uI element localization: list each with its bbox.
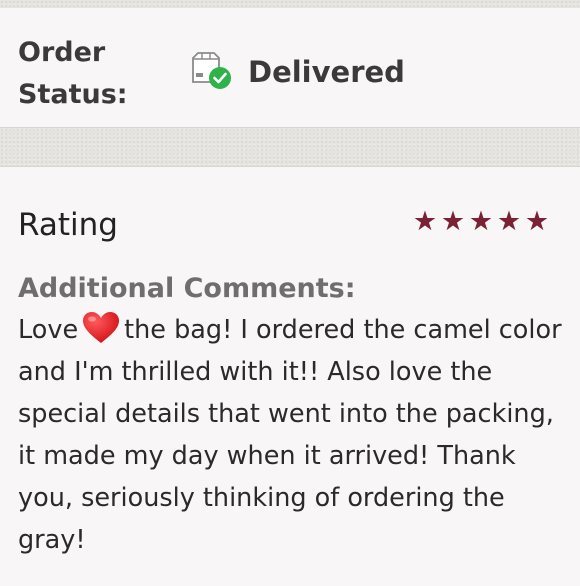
order-status-label: Order Status:	[18, 37, 128, 110]
rating-stars: ★ ★ ★ ★ ★	[412, 207, 550, 237]
star-icon: ★	[496, 206, 522, 237]
order-status-card: Order Status: Delivered	[0, 8, 580, 128]
star-icon: ★	[524, 206, 550, 237]
red-heart-icon	[82, 311, 120, 345]
additional-comments-label: Additional Comments:	[18, 273, 356, 304]
comment-text: Love the bag! I ordered the camel color a…	[18, 309, 568, 561]
order-status-value: Delivered	[248, 55, 405, 89]
comment-rest: the bag! I ordered the camel color and I…	[18, 315, 562, 555]
rating-label: Rating	[18, 207, 118, 243]
delivered-box-icon	[190, 52, 234, 92]
star-icon: ★	[468, 206, 494, 237]
star-icon: ★	[412, 206, 438, 237]
review-card: Rating ★ ★ ★ ★ ★ Additional Comments: Lo…	[0, 166, 580, 586]
star-icon: ★	[440, 206, 466, 237]
comment-start: Love	[18, 315, 79, 345]
